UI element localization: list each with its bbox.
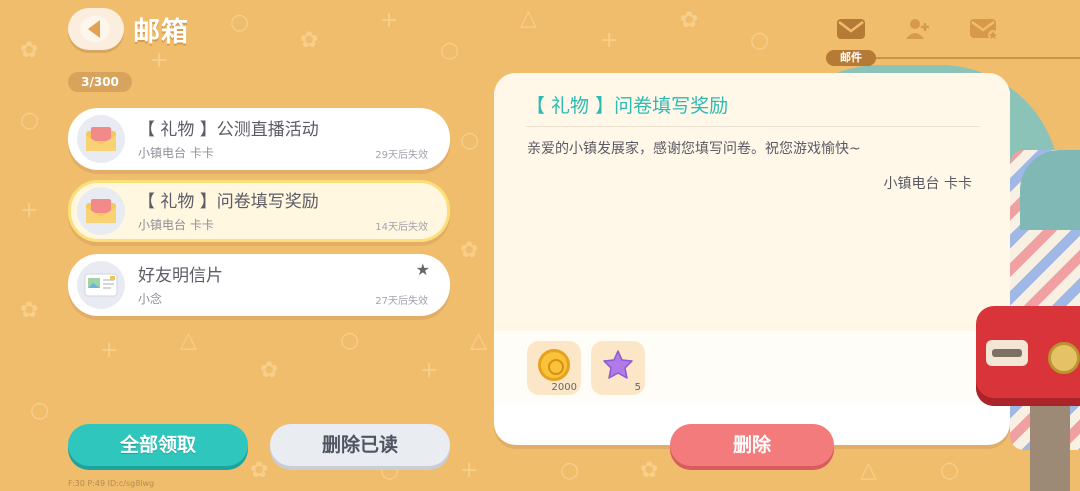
mail-subject: 好友明信片 [138, 266, 223, 286]
mail-count-badge: 3/300 [68, 72, 132, 92]
postcard-icon [77, 261, 125, 309]
mail-list-item-selected[interactable]: 【 礼物 】问卷填写奖励 小镇电台 卡卡 14天后失效 [68, 180, 450, 242]
back-button[interactable] [68, 8, 124, 50]
mail-sender: 小镇电台 卡卡 [138, 146, 214, 160]
attachment-count: 2000 [551, 382, 577, 393]
attachment-count: 5 [634, 382, 641, 393]
attachment-coin[interactable]: 2000 [527, 341, 581, 395]
envelope-icon [837, 19, 865, 39]
page-title: 邮箱 [133, 17, 189, 48]
claim-all-button[interactable]: 全部领取 [68, 424, 248, 466]
mail-detail-text: 亲爱的小镇发展家，感谢您填写问卷。祝您游戏愉快~ [527, 141, 861, 157]
mail-detail-title: 【 礼物 】问卷填写奖励 [526, 95, 729, 117]
attachment-star[interactable]: 5 [591, 341, 645, 395]
gift-mail-icon [77, 187, 125, 235]
add-friend-icon [906, 19, 929, 39]
mail-detail-panel: 【 礼物 】问卷填写奖励 亲爱的小镇发展家，感谢您填写问卷。祝您游戏愉快~ 小镇… [494, 73, 1010, 445]
mail-detail-signature: 小镇电台 卡卡 [883, 176, 972, 192]
mail-expiry: 29天后失效 [375, 150, 428, 161]
chevron-left-icon [88, 20, 100, 38]
mail-expiry: 14天后失效 [375, 222, 428, 233]
gift-mail-icon [77, 115, 125, 163]
delete-read-button[interactable]: 删除已读 [270, 424, 450, 466]
tab-add-friend[interactable] [898, 12, 938, 46]
decor-mailbox [976, 306, 1080, 406]
mail-list-item[interactable]: 好友明信片 小念 ★ 27天后失效 [68, 254, 450, 316]
mail-detail-body: 【 礼物 】问卷填写奖励 亲爱的小镇发展家，感谢您填写问卷。祝您游戏愉快~ 小镇… [494, 73, 1010, 331]
tab-mail[interactable] [831, 12, 871, 46]
tab-favorite-mail[interactable] [964, 12, 1004, 46]
mail-expiry: 27天后失效 [375, 296, 428, 307]
star-icon: ★ [415, 260, 430, 279]
star-icon [603, 350, 633, 379]
mail-list-item[interactable]: 【 礼物 】公测直播活动 小镇电台 卡卡 29天后失效 [68, 108, 450, 170]
decor-mailbox-post [1030, 404, 1070, 491]
attachments-bar: 2000 5 [494, 331, 1010, 405]
tab-underline [876, 57, 1080, 59]
tab-mail-label: 邮件 [826, 50, 876, 66]
mail-subject: 【 礼物 】公测直播活动 [138, 120, 319, 140]
divider [526, 126, 980, 127]
mail-sender: 小镇电台 卡卡 [138, 218, 214, 232]
envelope-star-icon [970, 19, 998, 40]
delete-button[interactable]: 删除 [670, 424, 834, 466]
mail-sender: 小念 [138, 292, 163, 306]
coin-icon [538, 349, 570, 381]
mail-subject: 【 礼物 】问卷填写奖励 [138, 192, 319, 212]
debug-overlay: F:30 P:49 ID:c/sg8lwg [68, 479, 155, 488]
